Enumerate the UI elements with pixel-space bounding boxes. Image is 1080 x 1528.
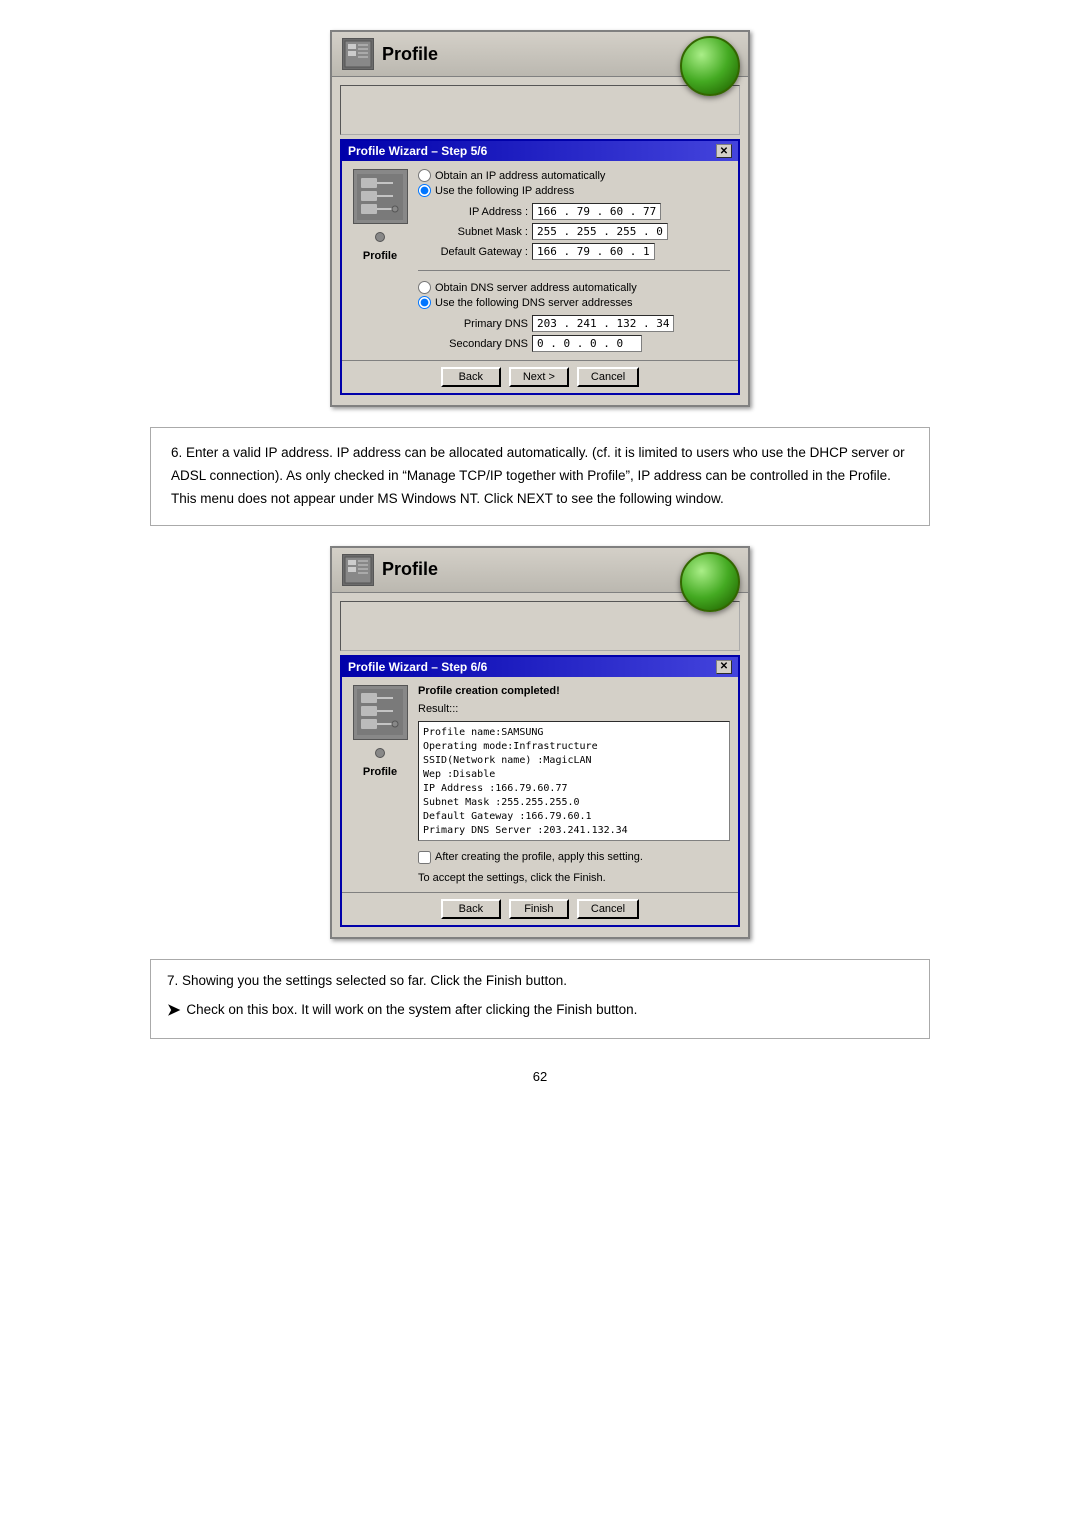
- wizard-dialog-step6: Profile Wizard – Step 6/6 ✕: [340, 655, 740, 927]
- secondary-dns-label: Secondary DNS: [428, 338, 528, 350]
- profile-window-step6: Profile Profile Wizard – Step 6/6 ✕: [330, 546, 750, 939]
- page-number: 62: [533, 1069, 547, 1084]
- secondary-dns-value: 0 . 0 . 0 . 0: [532, 335, 642, 352]
- profile-banner-2: [340, 601, 740, 651]
- wizard-footer-step6: Back Finish Cancel: [342, 892, 738, 925]
- wizard-title-label-step6: Profile Wizard – Step 6/6: [348, 660, 487, 674]
- radio-manual-ip-label: Use the following IP address: [435, 185, 574, 197]
- result-line-6: Default Gateway :166.79.60.1: [423, 810, 725, 824]
- green-orb-icon-2: [680, 552, 740, 612]
- result-text-area: Profile name:SAMSUNG Operating mode:Infr…: [418, 721, 730, 841]
- apply-label: After creating the profile, apply this s…: [435, 851, 643, 863]
- wizard-content-step6: Profile Profile creation completed! Resu…: [342, 677, 738, 892]
- gateway-label: Default Gateway :: [428, 246, 528, 258]
- gateway-value: 166 . 79 . 60 . 1: [532, 243, 655, 260]
- ip-radio-group: Obtain an IP address automatically Use t…: [418, 169, 730, 197]
- radio-auto-ip-label: Obtain an IP address automatically: [435, 170, 605, 182]
- dns-radio-group: Obtain DNS server address automatically …: [418, 281, 730, 309]
- wizard-title-label-step5: Profile Wizard – Step 5/6: [348, 144, 487, 158]
- result-line-2: SSID(Network name) :MagicLAN: [423, 754, 725, 768]
- result-line-3: Wep :Disable: [423, 768, 725, 782]
- network-icon-box-2: [353, 685, 408, 740]
- wizard-left-panel-step5: Profile: [350, 169, 410, 352]
- profile-label-step6: Profile: [363, 766, 397, 778]
- wizard-titlebar-step5: Profile Wizard – Step 5/6 ✕: [342, 141, 738, 161]
- ip-address-row: IP Address : 166 . 79 . 60 . 77: [428, 203, 730, 220]
- side-icons-2: [375, 748, 385, 758]
- step7-text: 7. Showing you the settings selected so …: [167, 970, 913, 993]
- apply-checkbox[interactable]: [418, 851, 431, 864]
- subnet-mask-label: Subnet Mask :: [428, 226, 528, 238]
- finish-button-step6[interactable]: Finish: [509, 899, 569, 919]
- primary-dns-label: Primary DNS: [428, 318, 528, 330]
- profile-logo-icon: [342, 38, 374, 70]
- radio-manual-dns-input[interactable]: [418, 296, 431, 309]
- profile-window-body-2: Profile Wizard – Step 6/6 ✕: [332, 593, 748, 937]
- wizard-close-btn-step6[interactable]: ✕: [716, 660, 732, 674]
- back-button-step6[interactable]: Back: [441, 899, 501, 919]
- radio-manual-dns-label: Use the following DNS server addresses: [435, 297, 632, 309]
- result-line-4: IP Address :166.79.60.77: [423, 782, 725, 796]
- primary-dns-row: Primary DNS 203 . 241 . 132 . 34: [428, 315, 730, 332]
- gateway-row: Default Gateway : 166 . 79 . 60 . 1: [428, 243, 730, 260]
- wizard-left-panel-step6: Profile: [350, 685, 410, 884]
- wizard-titlebar-step6: Profile Wizard – Step 6/6 ✕: [342, 657, 738, 677]
- result-line-7: Primary DNS Server :203.241.132.34: [423, 824, 725, 838]
- radio-auto-dns-input[interactable]: [418, 281, 431, 294]
- arrow-row: ➤ Check on this box. It will work on the…: [167, 997, 913, 1024]
- radio-manual-ip-input[interactable]: [418, 184, 431, 197]
- profile-window-title-2: Profile: [382, 559, 438, 580]
- ip-address-label: IP Address :: [428, 206, 528, 218]
- wizard-right-panel-step6: Profile creation completed! Result::: Pr…: [418, 685, 730, 884]
- radio-auto-ip-input[interactable]: [418, 169, 431, 182]
- profile-logo-icon-2: [342, 554, 374, 586]
- secondary-dns-row: Secondary DNS 0 . 0 . 0 . 0: [428, 335, 730, 352]
- profile-label-step5: Profile: [363, 250, 397, 262]
- profile-banner: [340, 85, 740, 135]
- radio-manual-dns: Use the following DNS server addresses: [418, 296, 730, 309]
- radio-auto-ip: Obtain an IP address automatically: [418, 169, 730, 182]
- result-line-5: Subnet Mask :255.255.255.0: [423, 796, 725, 810]
- subnet-mask-value: 255 . 255 . 255 . 0: [532, 223, 668, 240]
- info-text-1: 6. Enter a valid IP address. IP address …: [171, 445, 905, 506]
- ip-field-group: IP Address : 166 . 79 . 60 . 77 Subnet M…: [428, 203, 730, 260]
- profile-window-title: Profile: [382, 44, 438, 65]
- side-dot-1: [375, 232, 385, 242]
- result-line-1: Operating mode:Infrastructure: [423, 740, 725, 754]
- profile-window-step5: Profile Profile Wizard – Step 5/6 ✕: [330, 30, 750, 407]
- primary-dns-value: 203 . 241 . 132 . 34: [532, 315, 674, 332]
- next-button-step5[interactable]: Next >: [509, 367, 569, 387]
- wizard-right-panel-step5: Obtain an IP address automatically Use t…: [418, 169, 730, 352]
- apply-setting-row: After creating the profile, apply this s…: [418, 851, 730, 864]
- wizard-content-step5: Profile Obtain an IP address automatical…: [342, 161, 738, 360]
- cancel-button-step5[interactable]: Cancel: [577, 367, 639, 387]
- green-orb-icon: [680, 36, 740, 96]
- side-icons: [375, 232, 385, 242]
- section-divider-dns: [418, 270, 730, 271]
- side-dot-2: [375, 748, 385, 758]
- result-label: Result:::: [418, 703, 730, 715]
- cancel-button-step6[interactable]: Cancel: [577, 899, 639, 919]
- back-button-step5[interactable]: Back: [441, 367, 501, 387]
- ip-address-value: 166 . 79 . 60 . 77: [532, 203, 661, 220]
- network-icon-box: [353, 169, 408, 224]
- radio-auto-dns: Obtain DNS server address automatically: [418, 281, 730, 294]
- subnet-mask-row: Subnet Mask : 255 . 255 . 255 . 0: [428, 223, 730, 240]
- profile-window-header: Profile: [332, 32, 748, 77]
- radio-manual-ip: Use the following IP address: [418, 184, 730, 197]
- dns-field-group: Primary DNS 203 . 241 . 132 . 34 Seconda…: [428, 315, 730, 352]
- profile-window-header-2: Profile: [332, 548, 748, 593]
- result-line-0: Profile name:SAMSUNG: [423, 726, 725, 740]
- wizard-dialog-step5: Profile Wizard – Step 5/6 ✕: [340, 139, 740, 395]
- completed-text: Profile creation completed!: [418, 685, 730, 697]
- accept-text: To accept the settings, click the Finish…: [418, 872, 730, 884]
- info-box-1: 6. Enter a valid IP address. IP address …: [150, 427, 930, 526]
- info-box-2: 7. Showing you the settings selected so …: [150, 959, 930, 1039]
- arrow-text: Check on this box. It will work on the s…: [186, 999, 637, 1022]
- profile-window-body: Profile Wizard – Step 5/6 ✕: [332, 77, 748, 405]
- arrow-icon: ➤: [167, 997, 180, 1024]
- wizard-close-btn-step5[interactable]: ✕: [716, 144, 732, 158]
- wizard-footer-step5: Back Next > Cancel: [342, 360, 738, 393]
- radio-auto-dns-label: Obtain DNS server address automatically: [435, 282, 637, 294]
